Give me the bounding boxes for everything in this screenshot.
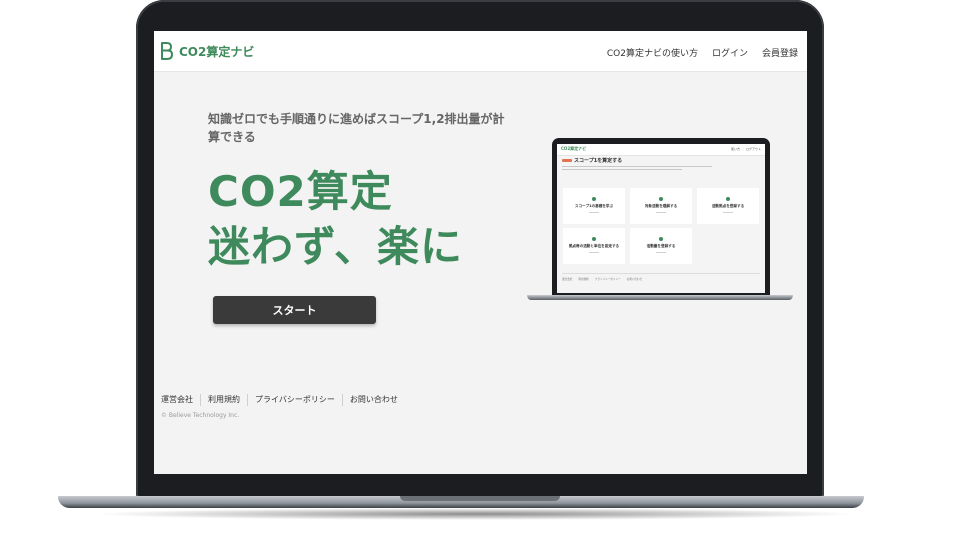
header-nav: CO2算定ナビの使い方 ログイン 会員登録 <box>607 46 798 59</box>
mockup-card: 活動量を登録する <box>630 228 692 264</box>
mockup-card-label: 対象活動を理解する <box>644 204 678 208</box>
nav-how-to-use[interactable]: CO2算定ナビの使い方 <box>607 46 698 59</box>
mockup-card: スコープ1の基礎を学ぶ <box>563 188 625 224</box>
footer-links: 運営会社 利用規約 プライバシーポリシー お問い合わせ <box>161 394 405 406</box>
mockup-description-line <box>562 166 712 167</box>
footer-link-company[interactable]: 運営会社 <box>161 394 200 406</box>
nav-register[interactable]: 会員登録 <box>762 46 798 59</box>
logo-icon <box>161 42 173 60</box>
laptop-screen: CO2算定ナビ CO2算定ナビの使い方 ログイン 会員登録 知識ゼロでも手順通り… <box>154 31 807 474</box>
footer-link-terms[interactable]: 利用規約 <box>200 394 247 406</box>
headline-line-1: CO2算定 <box>208 167 393 216</box>
mockup-footer-link: 運営会社 <box>562 278 573 281</box>
mockup-footer: 運営会社 利用規約 プライバシーポリシー お問い合わせ <box>562 277 642 281</box>
mockup-laptop-base <box>527 295 793 300</box>
mockup-title: スコープ1を算定する <box>574 158 623 164</box>
mockup-badge <box>562 159 572 162</box>
logo[interactable]: CO2算定ナビ <box>160 42 254 60</box>
mockup-logo: CO2算定ナビ <box>561 146 587 151</box>
mockup-footer-link: プライバシーポリシー <box>594 278 621 281</box>
mockup-nav-item: 使い方 <box>730 147 740 151</box>
mockup-card-label: 活動拠点を登録する <box>711 204 745 208</box>
step-dot-icon <box>592 237 596 241</box>
mockup-nav: 使い方 ログアウト <box>731 147 761 151</box>
start-button[interactable]: スタート <box>213 296 376 324</box>
site-header: CO2算定ナビ CO2算定ナビの使い方 ログイン 会員登録 <box>154 31 807 72</box>
step-dot-icon <box>659 197 663 201</box>
mockup-card: 対象活動を理解する <box>630 188 692 224</box>
hero-subhead: 知識ゼロでも手順通りに進めばスコープ1,2排出量が計算できる <box>208 112 505 144</box>
mockup-screen: CO2算定ナビ 使い方 ログアウト スコープ1を算定する スコープ1の基礎を学ぶ <box>557 144 765 293</box>
mockup-card-label: 活動量を登録する <box>646 244 676 248</box>
mockup-footer-link: お問い合わせ <box>626 278 643 281</box>
mockup-nav-item: ログアウト <box>745 147 761 151</box>
step-dot-icon <box>726 197 730 201</box>
laptop-frame: CO2算定ナビ CO2算定ナビの使い方 ログイン 会員登録 知識ゼロでも手順通り… <box>136 0 824 498</box>
footer-link-contact[interactable]: お問い合わせ <box>341 394 405 406</box>
step-dot-icon <box>592 197 596 201</box>
copyright: © Believe Technology Inc. <box>161 412 240 419</box>
hero-headline: CO2算定 迷わず、楽に <box>208 164 528 274</box>
laptop-shadow <box>90 508 860 520</box>
mockup-laptop: CO2算定ナビ 使い方 ログアウト スコープ1を算定する スコープ1の基礎を学ぶ <box>552 138 770 296</box>
laptop-base-notch <box>400 496 560 501</box>
footer-link-privacy[interactable]: プライバシーポリシー <box>247 394 342 406</box>
step-dot-icon <box>659 237 663 241</box>
mockup-description-line <box>562 169 682 170</box>
nav-login[interactable]: ログイン <box>712 46 748 59</box>
headline-line-2: 迷わず、楽に <box>208 222 464 271</box>
logo-text: CO2算定ナビ <box>179 44 255 59</box>
mockup-card: 活動拠点を登録する <box>697 188 759 224</box>
mockup-header: CO2算定ナビ 使い方 ログアウト <box>557 144 765 156</box>
mockup-footer-link: 利用規約 <box>578 278 589 281</box>
mockup-card: 拠点毎の活動と単位を設定する <box>563 228 625 264</box>
mockup-card-label: スコープ1の基礎を学ぶ <box>574 204 614 208</box>
mockup-footer-divider <box>562 273 760 274</box>
mockup-card-label: 拠点毎の活動と単位を設定する <box>568 244 620 248</box>
